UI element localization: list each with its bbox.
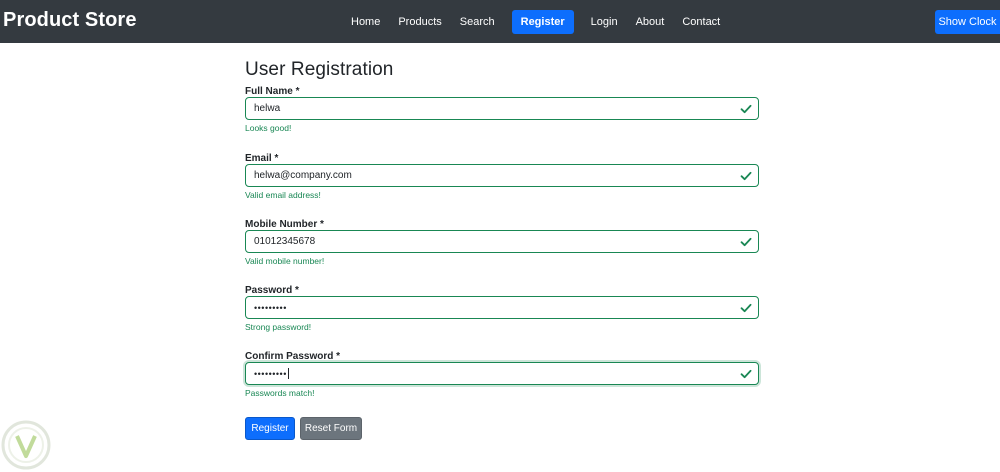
confirm-password-value: •••••••••: [254, 368, 287, 379]
password-group: Password * ••••••••• Strong password!: [245, 285, 759, 332]
nav-links: Home Products Search Register Login Abou…: [342, 10, 729, 34]
full-name-feedback: Looks good!: [245, 123, 292, 133]
nav-about[interactable]: About: [627, 10, 674, 34]
register-button[interactable]: Register: [245, 417, 295, 440]
password-value: •••••••••: [254, 302, 287, 313]
full-name-group: Full Name * helwa Looks good!: [245, 86, 759, 133]
page-title: User Registration: [245, 59, 394, 80]
nav-home[interactable]: Home: [342, 10, 389, 34]
mobile-value: 01012345678: [254, 236, 316, 247]
check-icon: [740, 303, 752, 313]
check-icon: [740, 171, 752, 181]
confirm-password-group: Confirm Password * ••••••••• Passwords m…: [245, 351, 759, 398]
confirm-password-input[interactable]: •••••••••: [245, 362, 759, 385]
check-icon: [740, 104, 752, 114]
mobile-input[interactable]: 01012345678: [245, 230, 759, 253]
password-input[interactable]: •••••••••: [245, 296, 759, 319]
nav-products[interactable]: Products: [389, 10, 450, 34]
text-caret: [287, 368, 289, 379]
password-feedback: Strong password!: [245, 322, 312, 332]
email-input[interactable]: helwa@company.com: [245, 164, 759, 187]
nav-login[interactable]: Login: [582, 10, 627, 34]
confirm-password-feedback: Passwords match!: [245, 388, 315, 398]
mobile-feedback: Valid mobile number!: [245, 256, 325, 266]
nav-register[interactable]: Register: [511, 10, 574, 34]
email-group: Email * helwa@company.com Valid email ad…: [245, 153, 759, 200]
nav-search[interactable]: Search: [451, 10, 504, 34]
check-icon: [740, 237, 752, 247]
full-name-value: helwa: [254, 103, 281, 114]
mobile-group: Mobile Number * 01012345678 Valid mobile…: [245, 219, 759, 266]
email-feedback: Valid email address!: [245, 190, 321, 200]
registration-form: User Registration Full Name * helwa Look…: [245, 57, 759, 440]
watermark-logo-icon: [1, 420, 51, 470]
nav-contact[interactable]: Contact: [673, 10, 729, 34]
check-icon: [740, 369, 752, 379]
reset-form-button[interactable]: Reset Form: [300, 417, 362, 440]
brand-logo[interactable]: Product Store: [3, 9, 137, 32]
email-value: helwa@company.com: [254, 170, 352, 181]
show-clock-button[interactable]: Show Clock: [935, 10, 1000, 34]
navbar: Product Store Home Products Search Regis…: [0, 0, 1000, 43]
full-name-input[interactable]: helwa: [245, 97, 759, 120]
